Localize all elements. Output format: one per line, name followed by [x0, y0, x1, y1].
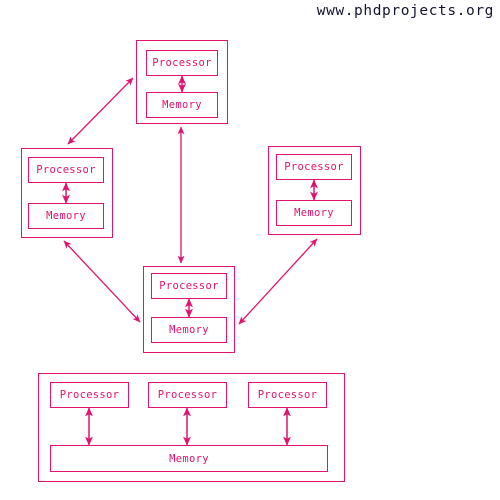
node-top-processor: Processor	[146, 50, 218, 76]
smp-processor-2: Processor	[148, 382, 227, 408]
smp-processor-1: Processor	[50, 382, 129, 408]
smp-processor-3: Processor	[248, 382, 327, 408]
link-left-top	[67, 77, 134, 145]
node-right-memory: Memory	[276, 200, 352, 226]
node-top-memory: Memory	[146, 92, 218, 118]
diagram-root: www.phdprojects.org Processor Memory Proce…	[0, 0, 500, 500]
node-left-memory: Memory	[28, 203, 104, 229]
node-center-processor: Processor	[151, 273, 227, 299]
link-left-center	[63, 240, 141, 323]
smp-memory: Memory	[50, 445, 328, 472]
node-right-processor: Processor	[276, 154, 352, 180]
node-center-memory: Memory	[151, 317, 227, 343]
link-center-right	[238, 238, 318, 325]
node-left-processor: Processor	[28, 157, 104, 183]
